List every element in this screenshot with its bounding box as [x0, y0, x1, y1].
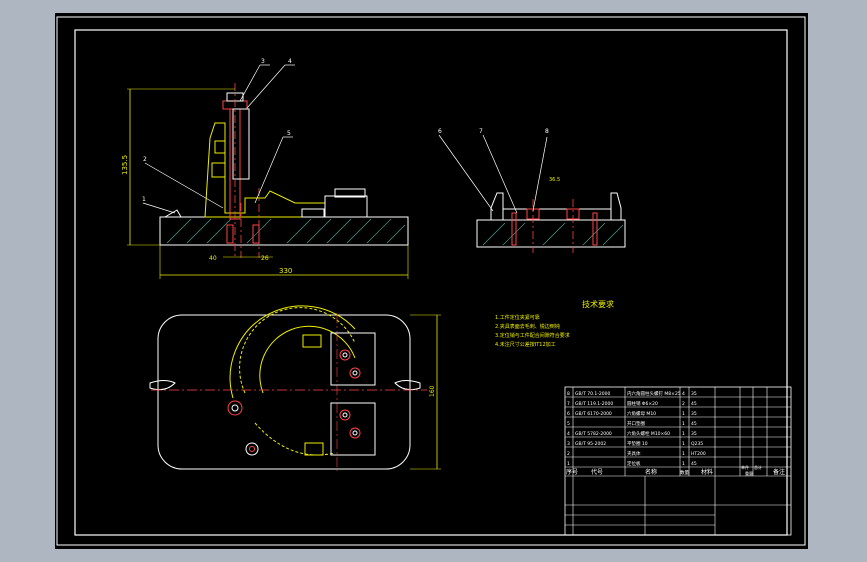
side-view: 6 7 8 36.5: [438, 128, 626, 253]
svg-text:单件: 单件: [741, 464, 749, 470]
svg-text:160: 160: [429, 385, 436, 397]
drawing-canvas: 135.5 40 26 330 3 4 5 2 1 6 7 8 36.5 160…: [56, 16, 806, 546]
svg-text:36.5: 36.5: [549, 177, 560, 183]
svg-text:6: 6: [567, 411, 570, 417]
svg-text:5: 5: [567, 421, 570, 427]
svg-text:4: 4: [682, 391, 685, 397]
svg-text:1: 1: [567, 461, 570, 467]
svg-text:Q235: Q235: [691, 441, 703, 447]
svg-text:8: 8: [567, 391, 570, 397]
svg-text:8: 8: [545, 128, 549, 135]
svg-text:45: 45: [691, 401, 697, 407]
svg-text:5: 5: [287, 130, 291, 137]
svg-text:序号: 序号: [566, 468, 578, 476]
svg-text:数量: 数量: [680, 469, 689, 476]
svg-text:3: 3: [261, 58, 265, 65]
svg-text:1: 1: [682, 441, 685, 447]
svg-text:2: 2: [567, 451, 570, 457]
cad-viewport[interactable]: 135.5 40 26 330 3 4 5 2 1 6 7 8 36.5 160…: [55, 13, 808, 549]
svg-text:GB/T 6170-2000: GB/T 6170-2000: [575, 411, 612, 417]
svg-text:平垫圈 10: 平垫圈 10: [627, 440, 648, 447]
svg-text:1: 1: [682, 431, 685, 437]
svg-text:7: 7: [567, 401, 570, 407]
svg-text:135.5: 135.5: [121, 155, 129, 175]
svg-text:六角头螺栓 M10×60: 六角头螺栓 M10×60: [627, 430, 670, 437]
svg-text:定位板: 定位板: [627, 460, 641, 467]
svg-text:3.定位销与工件配合间隙符合要求: 3.定位销与工件配合间隙符合要求: [495, 332, 570, 339]
svg-text:HT200: HT200: [691, 451, 706, 457]
svg-text:330: 330: [279, 267, 292, 275]
svg-text:2: 2: [143, 156, 147, 163]
svg-text:GB/T 119.1-2000: GB/T 119.1-2000: [575, 401, 613, 407]
svg-text:GB/T 70.1-2000: GB/T 70.1-2000: [575, 391, 611, 397]
svg-text:六角螺母 M10: 六角螺母 M10: [627, 410, 656, 417]
svg-text:2.夹具表面去毛刺、锐边倒钝: 2.夹具表面去毛刺、锐边倒钝: [495, 323, 560, 330]
svg-text:1: 1: [142, 196, 146, 203]
svg-text:1: 1: [682, 421, 685, 427]
svg-text:名称: 名称: [645, 468, 657, 476]
svg-text:开口垫圈: 开口垫圈: [627, 420, 645, 427]
svg-text:7: 7: [479, 128, 483, 135]
svg-text:1: 1: [682, 411, 685, 417]
svg-text:4.未注尺寸公差按IT12加工: 4.未注尺寸公差按IT12加工: [495, 341, 556, 348]
svg-text:35: 35: [691, 391, 697, 397]
svg-text:35: 35: [691, 431, 697, 437]
svg-text:1: 1: [682, 461, 685, 467]
svg-text:GB/T 5782-2000: GB/T 5782-2000: [575, 431, 612, 437]
svg-text:3: 3: [567, 441, 570, 447]
tech-requirements: 技术要求 1.工件定位夹紧可靠 2.夹具表面去毛刺、锐边倒钝 3.定位销与工件配…: [495, 299, 614, 348]
svg-text:GB/T 95-2002: GB/T 95-2002: [575, 441, 606, 447]
svg-text:35: 35: [691, 411, 697, 417]
title-block: 8 GB/T 70.1-2000 内六角圆柱头螺钉 M8×25 4 35 7 G…: [564, 386, 792, 536]
front-view: 135.5 40 26 330 3 4 5 2 1: [121, 58, 409, 279]
svg-text:40: 40: [209, 255, 217, 262]
svg-text:45: 45: [691, 461, 697, 467]
svg-text:1: 1: [682, 451, 685, 457]
tech-title: 技术要求: [582, 299, 614, 309]
svg-text:重量: 重量: [745, 470, 753, 476]
svg-text:备注: 备注: [773, 468, 785, 476]
svg-text:夹具体: 夹具体: [627, 450, 641, 457]
svg-text:26: 26: [261, 255, 269, 262]
svg-text:代号: 代号: [591, 468, 603, 476]
svg-text:2: 2: [682, 401, 685, 407]
svg-text:45: 45: [691, 421, 697, 427]
svg-text:总计: 总计: [754, 464, 762, 470]
plan-view: 160: [149, 305, 441, 471]
svg-text:内六角圆柱头螺钉 M8×25: 内六角圆柱头螺钉 M8×25: [627, 390, 681, 397]
svg-text:材料: 材料: [701, 468, 713, 476]
svg-text:圆柱销 Φ6×20: 圆柱销 Φ6×20: [627, 400, 658, 407]
svg-text:6: 6: [438, 128, 442, 135]
svg-text:4: 4: [288, 58, 292, 65]
svg-text:4: 4: [567, 431, 570, 437]
svg-text:1.工件定位夹紧可靠: 1.工件定位夹紧可靠: [495, 314, 540, 321]
